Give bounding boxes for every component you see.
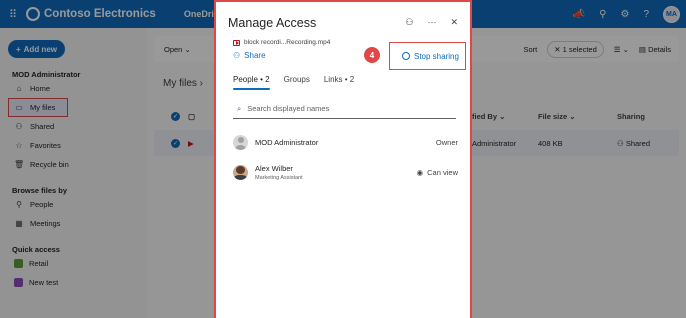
- file-name: block recordi...Recording.mp4: [244, 39, 331, 46]
- search-icon: ⌕: [237, 103, 242, 113]
- search-placeholder: Search displayed names: [247, 104, 330, 113]
- person-info: Alex Wilber Marketing Assistant: [255, 164, 303, 181]
- step-number-badge: 4: [364, 47, 380, 63]
- person-row-viewer[interactable]: Alex Wilber Marketing Assistant ◉ Can vie…: [233, 161, 458, 183]
- manage-access-dialog: Manage Access ⚇ ··· ✕ block recordi...Re…: [214, 0, 472, 318]
- share-icon: ⚇: [233, 51, 241, 60]
- avatar: [233, 134, 248, 150]
- tab-links[interactable]: Links • 2: [324, 75, 354, 90]
- eye-icon: ◉: [416, 167, 424, 177]
- stop-icon: [402, 52, 410, 60]
- video-file-icon: [233, 39, 240, 46]
- stop-sharing-label: Stop sharing: [414, 51, 459, 61]
- search-names-input[interactable]: ⌕ Search displayed names: [233, 99, 456, 119]
- share-label: Share: [244, 51, 266, 60]
- person-name: MOD Administrator: [255, 137, 319, 147]
- tab-groups[interactable]: Groups: [284, 75, 310, 90]
- file-name-line: block recordi...Recording.mp4: [233, 39, 330, 46]
- person-permission[interactable]: ◉ Can view: [417, 168, 458, 177]
- person-role[interactable]: Owner: [436, 138, 458, 147]
- close-icon[interactable]: ✕: [450, 17, 458, 28]
- more-options-icon[interactable]: ···: [427, 17, 436, 28]
- add-people-icon[interactable]: ⚇: [405, 17, 413, 28]
- stop-sharing-button[interactable]: Stop sharing: [389, 42, 466, 70]
- avatar: [233, 164, 248, 180]
- person-title: Marketing Assistant: [255, 174, 303, 181]
- share-button[interactable]: ⚇ Share: [233, 51, 266, 60]
- permission-label: Can view: [427, 167, 458, 177]
- dialog-title: Manage Access: [228, 16, 317, 30]
- person-row-owner[interactable]: MOD Administrator Owner: [233, 131, 458, 153]
- person-name: Alex Wilber: [255, 163, 293, 173]
- access-tabs: People • 2 Groups Links • 2: [233, 75, 354, 90]
- tab-people[interactable]: People • 2: [233, 75, 270, 90]
